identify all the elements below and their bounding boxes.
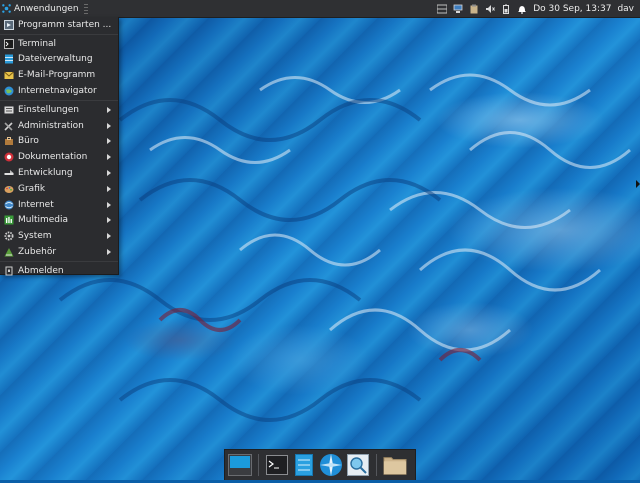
settings-icon xyxy=(4,106,14,114)
menu-separator xyxy=(0,33,118,35)
network-icon[interactable] xyxy=(453,4,463,14)
menu-item-multimedia[interactable]: Multimedia xyxy=(0,213,118,229)
menu-item-settings[interactable]: Einstellungen xyxy=(0,102,118,118)
battery-icon[interactable] xyxy=(501,4,511,14)
dock-files[interactable] xyxy=(383,453,407,477)
submenu-arrow-icon xyxy=(107,201,111,208)
terminal-icon xyxy=(4,38,14,49)
help-icon xyxy=(4,152,14,162)
notification-bell-icon[interactable] xyxy=(517,4,527,14)
submenu-arrow-icon xyxy=(107,154,111,161)
menu-item-accessories[interactable]: Zubehör xyxy=(0,244,118,260)
dock-show-desktop[interactable] xyxy=(228,453,252,477)
menu-item-label: Internetnavigator xyxy=(18,86,97,97)
menu-item-office[interactable]: Büro xyxy=(0,134,118,150)
workspace-icon[interactable] xyxy=(437,4,448,14)
menu-item-label: Programm starten ... xyxy=(18,19,112,30)
office-icon xyxy=(5,137,13,146)
development-icon xyxy=(4,170,14,176)
menu-item-logout[interactable]: Abmelden xyxy=(0,263,118,279)
menu-item-label: Zubehör xyxy=(18,247,57,258)
menu-separator xyxy=(0,260,118,262)
menu-item-label: Abmelden xyxy=(18,265,64,276)
dock-separator xyxy=(258,454,259,476)
user-name[interactable]: dav xyxy=(617,4,634,14)
accessories-icon xyxy=(4,248,14,257)
clock[interactable]: Do 30 Sep, 13:37 xyxy=(533,4,611,14)
volume-icon[interactable] xyxy=(485,4,496,14)
system-tray: Do 30 Sep, 13:37 dav xyxy=(437,0,640,17)
submenu-arrow-icon xyxy=(107,138,111,145)
menu-item-label: E-Mail-Programm xyxy=(18,70,96,81)
menu-item-internet[interactable]: Internet xyxy=(0,197,118,213)
applications-menu-button[interactable]: Anwendungen xyxy=(0,0,82,17)
show-desktop-icon xyxy=(228,454,252,476)
menu-item-documentation[interactable]: Dokumentation xyxy=(0,149,118,165)
submenu-arrow-icon xyxy=(107,170,111,177)
graphics-icon xyxy=(4,185,14,193)
web-browser-icon xyxy=(320,454,342,476)
menu-item-file-manager[interactable]: Dateiverwaltung xyxy=(0,52,118,68)
dock-separator xyxy=(376,454,377,476)
menu-item-label: Dateiverwaltung xyxy=(18,54,93,65)
dock xyxy=(224,449,416,480)
search-icon xyxy=(347,454,369,476)
menu-item-label: Administration xyxy=(18,120,84,131)
applications-menu-label: Anwendungen xyxy=(14,3,79,14)
menu-item-label: System xyxy=(18,231,52,242)
clipboard-icon[interactable] xyxy=(469,4,479,14)
dock-terminal[interactable] xyxy=(265,453,289,477)
applications-menu: Programm starten ... Terminal Dateiverwa… xyxy=(0,17,119,276)
menu-item-browser[interactable]: Internetnavigator xyxy=(0,83,118,99)
submenu-arrow-icon xyxy=(107,185,111,192)
text-editor-icon xyxy=(295,454,313,476)
menu-item-mail[interactable]: E-Mail-Programm xyxy=(0,67,118,83)
run-icon xyxy=(4,19,14,30)
dock-search[interactable] xyxy=(346,453,370,477)
menu-item-label: Entwicklung xyxy=(18,168,73,179)
admin-tools-icon xyxy=(4,122,13,131)
menu-item-label: Einstellungen xyxy=(18,104,80,115)
logout-icon xyxy=(5,266,13,276)
system-icon xyxy=(4,231,14,241)
menu-item-system[interactable]: System xyxy=(0,228,118,244)
panel-handle[interactable] xyxy=(83,3,88,14)
file-manager-icon xyxy=(5,54,13,64)
dock-web-browser[interactable] xyxy=(319,453,343,477)
submenu-arrow-icon xyxy=(107,217,111,224)
multimedia-icon xyxy=(4,215,14,225)
submenu-arrow-icon xyxy=(107,249,111,256)
menu-item-label: Grafik xyxy=(18,183,46,194)
top-panel: Anwendungen Do 30 Sep, 13:37 dav xyxy=(0,0,640,18)
menu-item-label: Internet xyxy=(18,199,54,210)
menu-item-development[interactable]: Entwicklung xyxy=(0,165,118,181)
applications-logo-icon xyxy=(2,4,11,13)
menu-item-label: Terminal xyxy=(18,38,57,49)
submenu-arrow-icon xyxy=(107,106,111,113)
menu-item-label: Dokumentation xyxy=(18,152,88,163)
menu-item-graphics[interactable]: Grafik xyxy=(0,181,118,197)
submenu-arrow-icon xyxy=(107,233,111,240)
menu-item-run-program[interactable]: Programm starten ... xyxy=(0,17,118,33)
menu-item-administration[interactable]: Administration xyxy=(0,118,118,134)
submenu-arrow-icon xyxy=(107,122,111,129)
menu-separator xyxy=(0,99,118,101)
browser-icon xyxy=(4,86,14,96)
internet-icon xyxy=(4,200,14,210)
files-folder-icon xyxy=(383,457,407,475)
terminal-icon xyxy=(266,455,288,475)
menu-item-terminal[interactable]: Terminal xyxy=(0,36,118,52)
menu-item-label: Büro xyxy=(18,136,39,147)
menu-item-label: Multimedia xyxy=(18,215,69,226)
mail-icon xyxy=(4,71,14,80)
dock-text-editor[interactable] xyxy=(292,453,316,477)
